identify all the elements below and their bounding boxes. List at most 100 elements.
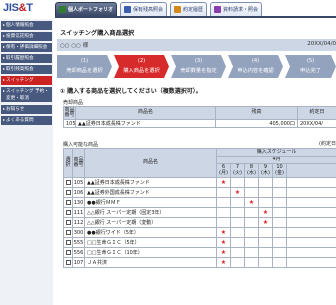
product-name: △△銀行 スーパー定期（固定3年） bbox=[84, 207, 217, 218]
sidebar-item-1[interactable]: 個人情報照会 bbox=[1, 21, 52, 30]
sidebar-item-7[interactable]: スイッチング 予約・変更・取消 bbox=[1, 87, 52, 102]
select-checkbox[interactable] bbox=[65, 179, 71, 185]
schedule-cell bbox=[272, 247, 287, 258]
star-icon: ★ bbox=[220, 229, 227, 236]
sidebar-item-4[interactable]: 取引履歴照会 bbox=[1, 54, 52, 63]
table-row: 106 ▲▲証券外国成長株ファンド ★ bbox=[63, 187, 336, 198]
schedule-cell bbox=[230, 197, 245, 208]
schedule-cell bbox=[230, 257, 245, 268]
step-label: 申込内容を確認 bbox=[237, 68, 274, 74]
schedule-cell bbox=[244, 187, 259, 198]
schedule-cell-more bbox=[285, 197, 336, 208]
step-label: 申込完了 bbox=[300, 68, 321, 74]
step-2: (2) 購入商品を選択 bbox=[114, 55, 169, 78]
buy-col-select: 選択 bbox=[63, 148, 73, 178]
customer-name: ○○ ○○ 様 bbox=[60, 43, 89, 49]
schedule-cell bbox=[244, 227, 259, 238]
jist-logo: JIS&T bbox=[3, 2, 33, 14]
schedule-cell bbox=[230, 207, 245, 218]
product-code: 111 bbox=[72, 207, 85, 218]
sell-cell-date: 20XX/04/ bbox=[297, 119, 336, 128]
star-icon: ★ bbox=[248, 199, 255, 206]
tab-label: 約定履歴 bbox=[183, 7, 204, 13]
tab-balance[interactable]: 保有残高照会 bbox=[120, 2, 168, 16]
tab-document[interactable]: 資料請求・照会 bbox=[210, 2, 263, 16]
schedule-cell-more bbox=[285, 217, 336, 228]
day-header: 7 (火) bbox=[230, 163, 245, 178]
schedule-cell bbox=[216, 217, 231, 228]
buy-col-month: 4月 bbox=[215, 156, 336, 164]
sell-col-code: 商品番号 bbox=[63, 106, 76, 120]
select-checkbox[interactable] bbox=[65, 229, 71, 235]
day-header: 8 (水) bbox=[244, 163, 259, 178]
sell-caption: 売却商品 bbox=[63, 100, 84, 106]
schedule-cell bbox=[258, 257, 273, 268]
sidebar-item-5[interactable]: 取引残高照会 bbox=[1, 65, 52, 74]
schedule-cell bbox=[258, 237, 273, 248]
page-title: スイッチング購入商品選択 bbox=[60, 30, 135, 37]
schedule-cell bbox=[258, 247, 273, 258]
balance-icon bbox=[124, 6, 132, 13]
sell-cell-code: 105 bbox=[63, 119, 76, 128]
schedule-cell: ★ bbox=[216, 177, 231, 188]
day-header: 10 (金) bbox=[272, 163, 287, 178]
sidebar-item-2[interactable]: 投資信託照会 bbox=[1, 32, 52, 41]
sidebar-item-8[interactable]: お知らせ bbox=[1, 105, 52, 114]
sell-col-balance: 残高 bbox=[215, 106, 298, 120]
buy-date-label: (約定日 bbox=[319, 141, 336, 147]
sell-col-name: 商品名 bbox=[75, 106, 216, 120]
schedule-cell bbox=[230, 217, 245, 228]
customer-bar: ○○ ○○ 様 20XX/04/0 bbox=[57, 39, 336, 51]
schedule-cell-more bbox=[285, 227, 336, 238]
day-header: 6 (月) bbox=[216, 163, 231, 178]
top-nav-tabs: 個人ポートフォリオ 保有残高照会 約定履歴 資料請求・照会 bbox=[55, 2, 263, 16]
select-checkbox[interactable] bbox=[65, 249, 71, 255]
select-checkbox[interactable] bbox=[65, 209, 71, 215]
product-code: 555 bbox=[72, 237, 85, 248]
schedule-cell: ★ bbox=[258, 217, 273, 228]
tab-label: 資料請求・照会 bbox=[223, 7, 259, 13]
sell-table: 商品番号 商品名 残高 約定日 105 ▲▲証券日本成長株ファンド 405,000口… bbox=[63, 106, 336, 128]
schedule-cell bbox=[230, 247, 245, 258]
product-code: 105 bbox=[72, 177, 85, 188]
sidebar-item-3[interactable]: 保有・評価詳細照会 bbox=[1, 43, 52, 52]
table-row: 105 ▲▲証券日本成長株ファンド 405,000口 20XX/04/ bbox=[63, 119, 336, 128]
schedule-cell bbox=[216, 187, 231, 198]
schedule-cell: ★ bbox=[216, 247, 231, 258]
product-code: 300 bbox=[72, 227, 85, 238]
sidebar-item-6[interactable]: スイッチング bbox=[1, 76, 52, 85]
select-checkbox[interactable] bbox=[65, 189, 71, 195]
history-icon bbox=[174, 6, 182, 13]
select-checkbox[interactable] bbox=[65, 259, 71, 265]
star-icon: ★ bbox=[220, 249, 227, 256]
sidebar-item-9[interactable]: よくある質問 bbox=[1, 116, 52, 125]
star-icon: ★ bbox=[220, 179, 227, 186]
table-row: 556 □□生命ＧＩＣ（10年） ★ bbox=[63, 247, 336, 258]
schedule-cell: ★ bbox=[216, 257, 231, 268]
schedule-cell bbox=[258, 227, 273, 238]
sidebar: 個人情報照会 投資信託照会 保有・評価詳細照会 取引履歴照会 取引残高照会 スイッチングス… bbox=[0, 19, 53, 305]
sell-cell-balance: 405,000口 bbox=[215, 119, 298, 128]
schedule-cell bbox=[216, 197, 231, 208]
select-checkbox[interactable] bbox=[65, 199, 71, 205]
schedule-cell bbox=[272, 187, 287, 198]
product-name: □□生命ＧＩＣ（10年） bbox=[84, 247, 217, 258]
buy-table: 選択 商品番号 商品名 購入スケジュール 4月 6 (月) 7 (火) 8 (水) 9… bbox=[63, 148, 336, 268]
schedule-cell bbox=[272, 207, 287, 218]
star-icon: ★ bbox=[262, 209, 269, 216]
tab-history[interactable]: 約定履歴 bbox=[170, 2, 208, 16]
product-code: 130 bbox=[72, 197, 85, 208]
select-checkbox[interactable] bbox=[65, 219, 71, 225]
buy-caption: 購入可能な商品 bbox=[63, 142, 99, 148]
schedule-cell bbox=[244, 257, 259, 268]
select-checkbox[interactable] bbox=[65, 239, 71, 245]
tab-portfolio[interactable]: 個人ポートフォリオ bbox=[55, 2, 118, 16]
product-name: ▲▲証券外国成長株ファンド bbox=[84, 187, 217, 198]
schedule-cell bbox=[258, 187, 273, 198]
schedule-cell bbox=[230, 227, 245, 238]
schedule-cell bbox=[230, 237, 245, 248]
schedule-cell bbox=[244, 207, 259, 218]
star-icon: ★ bbox=[220, 239, 227, 246]
star-icon: ★ bbox=[262, 219, 269, 226]
buy-col-name: 商品名 bbox=[84, 148, 217, 178]
